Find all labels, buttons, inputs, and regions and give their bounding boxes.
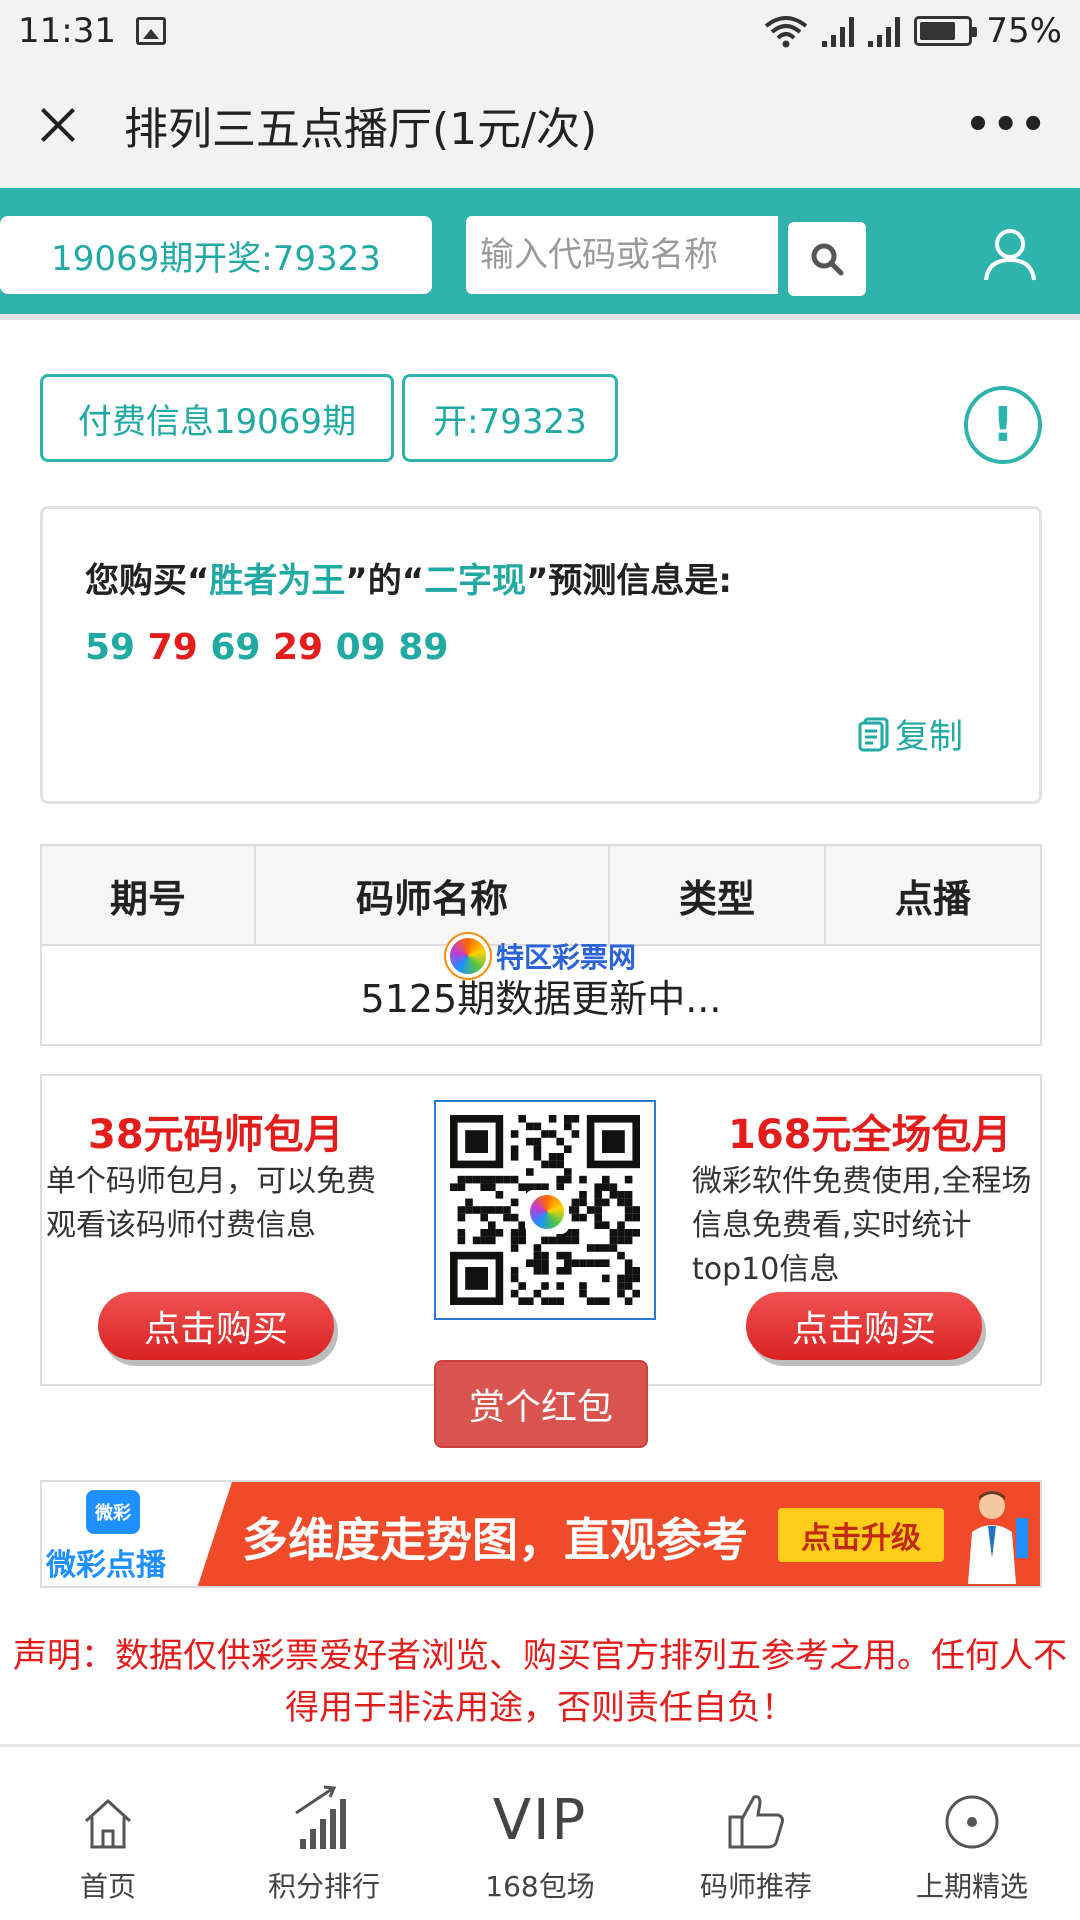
master-name: 胜者为王 (209, 561, 346, 601)
nav-item-ranking[interactable]: 积分排行 (216, 1747, 432, 1920)
search-button[interactable] (788, 222, 866, 296)
status-bar: 11:31 75% (0, 0, 1080, 62)
signal-icon-2 (868, 15, 901, 47)
column-header: 类型 (608, 844, 826, 946)
nav-item-vip[interactable]: VIP 168包场 (432, 1747, 648, 1920)
monthly-master-title: 38元码师包月 (88, 1112, 344, 1158)
nav-item-recommend[interactable]: 码师推荐 (648, 1747, 864, 1920)
signal-icon (822, 15, 855, 47)
header-bar: 19069期开奖:79323 (0, 188, 1080, 320)
record-icon (945, 1795, 999, 1849)
open-result-tag[interactable]: 开:79323 (402, 374, 618, 462)
battery-percent: 75% (986, 11, 1062, 51)
number-item: 59 (85, 627, 136, 668)
draw-result-box: 19069期开奖:79323 (0, 216, 432, 294)
gallery-notification-icon (135, 17, 166, 45)
watermark-logo (446, 934, 490, 978)
nav-item-home[interactable]: 首页 (0, 1747, 216, 1920)
qr-code (434, 1100, 656, 1320)
close-icon[interactable] (32, 100, 82, 150)
type-name: 二字现 (424, 561, 527, 601)
upgrade-button[interactable]: 点击升级 (778, 1508, 944, 1562)
search-icon (811, 243, 844, 276)
thumbs-up-icon (728, 1795, 784, 1849)
qr-logo-icon (525, 1190, 569, 1234)
number-item: 29 (272, 627, 324, 668)
column-header: 码师名称 (254, 844, 610, 946)
wifi-icon (765, 16, 808, 48)
promo-box: 38元码师包月 单个码师包月，可以免费观看该码师付费信息 点击购买 168元全场… (40, 1074, 1042, 1386)
info-suffix: ”预测信息是: (526, 561, 733, 601)
search-input[interactable] (466, 216, 778, 294)
more-dots-icon[interactable]: ••• (965, 102, 1048, 148)
banner-slogan: 多维度走势图，直观参考 (242, 1513, 748, 1567)
title-bar: 排列三五点播厅(1元/次) ••• (0, 62, 1080, 188)
info-middle: ”的“ (345, 561, 425, 601)
prediction-numbers: 59 79 69 29 09 89 (85, 627, 448, 668)
buy-all-button[interactable]: 点击购买 (746, 1292, 982, 1360)
status-indicators: 75% (764, 11, 1062, 51)
number-item: 69 (210, 627, 261, 668)
copy-button[interactable]: 复制 (857, 709, 963, 758)
status-time: 11:31 (18, 11, 116, 51)
buy-master-button[interactable]: 点击购买 (98, 1292, 334, 1360)
nav-label: 上期精选 (915, 1870, 1028, 1903)
nav-item-last-picks[interactable]: 上期精选 (864, 1747, 1080, 1920)
app-logo-icon: 微彩 (86, 1490, 140, 1534)
bottom-nav: 首页 积分排行 VIP 168包场 码师推荐 上期精选 (0, 1744, 1080, 1920)
watermark: 特区彩票网 (446, 934, 636, 978)
number-item: 79 (147, 627, 198, 668)
nav-label: 首页 (79, 1870, 136, 1903)
number-item: 09 (335, 627, 386, 668)
column-header: 点播 (824, 844, 1042, 946)
monthly-all-desc: 微彩软件免费使用,全程场信息免费看,实时统计top10信息 (692, 1164, 1032, 1287)
upgrade-banner[interactable]: 微彩 微彩点播 多维度走势图，直观参考 点击升级 (40, 1480, 1042, 1588)
monthly-master-desc: 单个码师包月，可以免费观看该码师付费信息 (46, 1164, 376, 1243)
copy-label: 复制 (895, 717, 963, 757)
nav-label: 168包场 (485, 1870, 595, 1903)
ranking-icon (295, 1785, 346, 1849)
monthly-all-title: 168元全场包月 (728, 1112, 1012, 1158)
column-header: 期号 (40, 844, 256, 946)
red-packet-button[interactable]: 赏个红包 (434, 1360, 648, 1448)
prediction-description: 您购买“胜者为王”的“二字现”预测信息是: (85, 553, 732, 602)
app-logo-text: 微彩点播 (46, 1548, 166, 1583)
businessman-icon (968, 1491, 1028, 1584)
watermark-text: 特区彩票网 (496, 941, 637, 974)
disclaimer-text: 声明：数据仅供彩票爱好者浏览、购买官方排列五参考之用。任何人不得用于非法用途，否… (13, 1636, 1067, 1728)
nav-label: 积分排行 (267, 1870, 380, 1903)
user-icon[interactable] (980, 224, 1040, 284)
page-title: 排列三五点播厅(1元/次) (124, 104, 598, 155)
vip-icon: VIP (492, 1788, 588, 1853)
number-item: 89 (398, 627, 449, 668)
prediction-info-box: 您购买“胜者为王”的“二字现”预测信息是: 59 79 69 29 09 89 … (40, 506, 1042, 804)
nav-label: 码师推荐 (699, 1870, 812, 1903)
alert-icon[interactable]: ! (964, 386, 1042, 464)
home-icon (84, 1798, 132, 1849)
info-prefix: 您购买“ (85, 561, 210, 601)
battery-icon (914, 16, 978, 46)
paid-info-tag[interactable]: 付费信息19069期 (40, 374, 394, 462)
copy-icon (858, 717, 889, 751)
